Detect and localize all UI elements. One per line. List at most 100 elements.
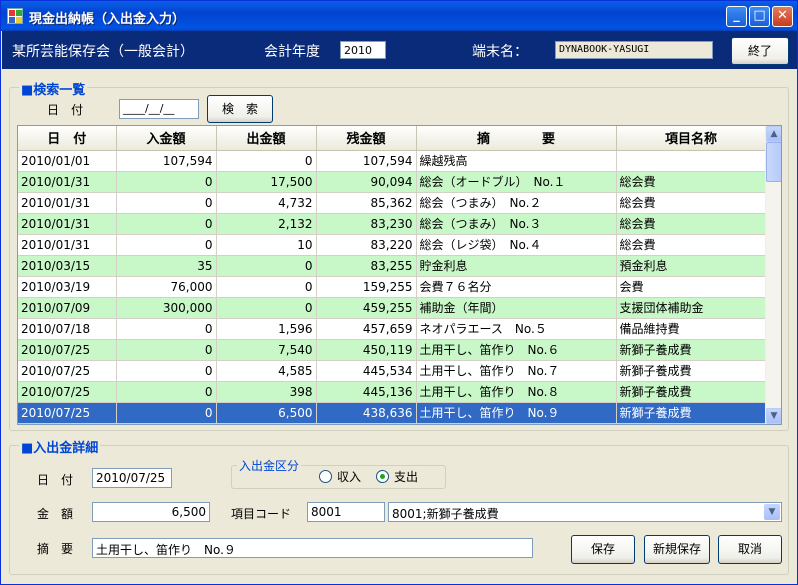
header-bar: 某所芸能保存会（一般会計） 会計年度 2010 端末名： DYNABOOK-YA… [2, 31, 797, 69]
table-cell: 総会（つまみ） No.２ [416, 192, 617, 214]
table-cell: 総会費 [616, 213, 767, 235]
table-cell: 7,540 [216, 339, 317, 361]
table-cell: 2010/07/25 [18, 402, 117, 424]
table-cell: 総会費 [616, 234, 767, 256]
table-row[interactable]: 2010/01/31 0 4,732 85,362 総会（つまみ） No.２ 総会費 [18, 192, 767, 214]
table-cell: 83,230 [316, 213, 417, 235]
table-cell: 459,255 [316, 297, 417, 319]
exit-button[interactable]: 終了 [731, 37, 789, 65]
new-save-button[interactable]: 新規保存 [644, 535, 710, 564]
chevron-down-icon[interactable]: ▼ [764, 504, 780, 520]
table-row[interactable]: 2010/03/15 35 0 83,255 貯金利息 預金利息 [18, 255, 767, 277]
window-title: 現金出納帳（入出金入力） [29, 12, 186, 27]
memo-label: 摘 要 [37, 542, 74, 556]
table-row[interactable]: 2010/07/25 0 7,540 450,119 土用干し、笛作り No.６ 新獅子養… [18, 339, 767, 361]
search-date-label: 日 付 [47, 103, 84, 117]
minimize-icon[interactable]: _ [726, 6, 747, 27]
table-cell: 総会（つまみ） No.３ [416, 213, 617, 235]
item-combo[interactable]: 8001;新獅子養成費 ▼ [388, 502, 782, 522]
table-cell: 2010/07/25 [18, 339, 117, 361]
table-cell: 0 [116, 192, 217, 214]
table-cell: 457,659 [316, 318, 417, 340]
search-date-field[interactable]: ____/__/__ [119, 99, 199, 119]
table-cell: 6,500 [216, 402, 317, 424]
title-bar[interactable]: 現金出納帳（入出金入力） _ □ ✕ [1, 1, 797, 31]
column-header[interactable]: 日 付 [18, 126, 117, 151]
income-label[interactable]: 収入 [337, 468, 361, 485]
table-cell: 398 [216, 381, 317, 403]
table-cell: 土用干し、笛作り No.６ [416, 339, 617, 361]
grid-header-row: 日 付入金額 出金額 残金額摘 要項目名称 [18, 126, 767, 151]
search-section-title: ■検索一覧 [19, 79, 88, 98]
table-cell: 補助金（年間） [416, 297, 617, 319]
table-row[interactable]: 2010/07/09 300,000 0 459,255 補助金（年間） 支援団体補助金 [18, 297, 767, 319]
table-cell: 0 [116, 381, 217, 403]
detail-date-field[interactable]: 2010/07/25 [92, 468, 172, 488]
table-cell: 2010/07/25 [18, 381, 117, 403]
scroll-thumb[interactable] [766, 142, 781, 182]
table-cell: 0 [116, 213, 217, 235]
column-header[interactable]: 摘 要 [416, 126, 617, 151]
table-cell: 445,534 [316, 360, 417, 382]
table-cell: 4,732 [216, 192, 317, 214]
close-icon[interactable]: ✕ [772, 6, 793, 27]
table-cell: 90,094 [316, 171, 417, 193]
table-cell: 2010/01/31 [18, 234, 117, 256]
income-radio[interactable] [319, 470, 332, 483]
expense-radio[interactable] [376, 470, 389, 483]
table-cell: 繰越残高 [416, 150, 617, 172]
table-cell [616, 150, 767, 172]
item-code-label: 項目コード [231, 507, 292, 521]
table-cell: 0 [116, 318, 217, 340]
fiscal-year-field[interactable]: 2010 [340, 41, 386, 59]
table-cell: 2010/01/01 [18, 150, 117, 172]
save-button[interactable]: 保存 [571, 535, 635, 564]
table-row[interactable]: 2010/07/25 0 4,585 445,534 土用干し、笛作り No.７ 新獅子養… [18, 360, 767, 382]
table-cell: 0 [216, 297, 317, 319]
table-cell: 76,000 [116, 276, 217, 298]
scroll-down-icon[interactable]: ▼ [766, 408, 781, 424]
table-cell: 2010/07/25 [18, 360, 117, 382]
table-row[interactable]: 2010/01/31 0 2,132 83,230 総会（つまみ） No.３ 総会費 [18, 213, 767, 235]
table-cell: 445,136 [316, 381, 417, 403]
column-header[interactable]: 出金額 [216, 126, 317, 151]
search-button[interactable]: 検 索 [207, 95, 273, 123]
column-header[interactable]: 残金額 [316, 126, 417, 151]
grid-scrollbar[interactable]: ▲ ▼ [765, 126, 781, 424]
detail-section-title: ■入出金詳細 [19, 437, 101, 456]
detail-date-label: 日 付 [37, 473, 74, 487]
table-cell: 159,255 [316, 276, 417, 298]
cancel-button[interactable]: 取消 [718, 535, 782, 564]
item-code-field[interactable]: 8001 [307, 502, 385, 522]
table-cell: 438,636 [316, 402, 417, 424]
table-cell: 17,500 [216, 171, 317, 193]
fiscal-year-label: 会計年度 [264, 44, 320, 60]
expense-label[interactable]: 支出 [394, 468, 418, 485]
table-row[interactable]: 2010/01/31 0 17,500 90,094 総会（オードブル） No.１ 総会費 [18, 171, 767, 193]
table-row[interactable]: 2010/01/01 107,594 0 107,594 繰越残高 [18, 150, 767, 172]
table-row[interactable]: 2010/07/18 0 1,596 457,659 ネオパラエース No.５ 備品維持費 [18, 318, 767, 340]
table-cell: 0 [216, 276, 317, 298]
amount-field[interactable]: 6,500 [92, 502, 210, 522]
table-cell: 会費 [616, 276, 767, 298]
table-cell: 貯金利息 [416, 255, 617, 277]
table-row[interactable]: 2010/07/25 0 398 445,136 土用干し、笛作り No.８ 新獅子養成費 [18, 381, 767, 403]
table-cell: 総会費 [616, 171, 767, 193]
table-row[interactable]: 2010/07/25 0 6,500 438,636 土用干し、笛作り No.９ 新獅子養… [18, 402, 767, 424]
table-cell: 2010/03/19 [18, 276, 117, 298]
maximize-icon[interactable]: □ [749, 6, 770, 27]
main-window: 現金出納帳（入出金入力） _ □ ✕ 某所芸能保存会（一般会計） 会計年度 20… [0, 0, 798, 585]
transactions-grid[interactable]: 日 付入金額 出金額 残金額摘 要項目名称 2010/01/01 107,594 0 10… [17, 125, 782, 425]
app-icon [7, 8, 23, 24]
table-cell: 2010/01/31 [18, 213, 117, 235]
table-row[interactable]: 2010/03/19 76,000 0 159,255 会費７６名分 会費 [18, 276, 767, 298]
item-combo-value: 8001;新獅子養成費 [392, 507, 499, 521]
memo-field[interactable]: 土用干し、笛作り No.９ [92, 538, 533, 558]
scroll-up-icon[interactable]: ▲ [766, 126, 781, 142]
column-header[interactable]: 入金額 [116, 126, 217, 151]
amount-label: 金 額 [37, 507, 74, 521]
table-row[interactable]: 2010/01/31 0 10 83,220 総会（レジ袋） No.４ 総会費 [18, 234, 767, 256]
table-cell: 0 [116, 171, 217, 193]
column-header[interactable]: 項目名称 [616, 126, 767, 151]
table-cell: 新獅子養成費 [616, 381, 767, 403]
